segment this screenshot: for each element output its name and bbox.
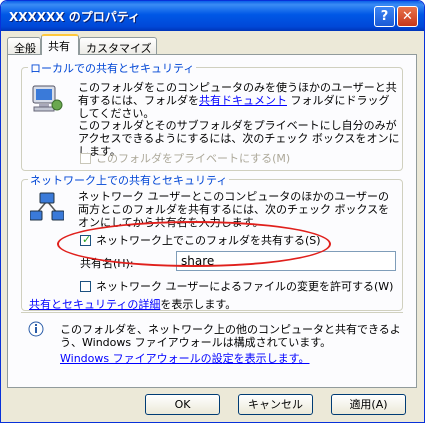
help-button[interactable]: ? (374, 6, 395, 27)
tab-sharing[interactable]: 共有 (41, 34, 79, 55)
cancel-button[interactable]: キャンセル (238, 394, 313, 415)
details-line: 共有とセキュリティの詳細を表示します。 (29, 298, 236, 311)
sharing-security-details-link[interactable]: 共有とセキュリティの詳細 (29, 298, 160, 311)
network-description: ネットワーク ユーザーとこのコンピュータのほかのユーザーの両方とこのフォルダを共… (78, 190, 390, 229)
apply-button[interactable]: 適用(A) (331, 394, 406, 415)
network-share-icon (29, 192, 65, 225)
local-sharing-group: ローカルでの共有とセキュリティ このフォルダをこのコンピュータのみを使うほかのユ… (21, 60, 403, 171)
network-sharing-title: ネットワーク上での共有とセキュリティ (28, 172, 230, 188)
close-button[interactable]: ✕ (397, 6, 418, 27)
firewall-info-text: このフォルダを、ネットワーク上の他のコンピュータと共有できるよう、Windows… (60, 323, 401, 349)
allow-change-label: ネットワーク ユーザーによるファイルの変更を許可する(W) (96, 280, 394, 293)
window-title: XXXXXX のプロパティ (9, 10, 140, 24)
separator (21, 312, 403, 313)
title-bar[interactable]: XXXXXX のプロパティ ? ✕ (1, 1, 424, 31)
local-computer-icon (30, 82, 64, 119)
local-description-1: このフォルダをこのコンピュータのみを使うほかのユーザーと共有するには、フォルダを… (78, 81, 400, 120)
share-folder-label: ネットワーク上でこのフォルダを共有する(S) (96, 234, 321, 247)
share-name-label: 共有名(H): (80, 257, 134, 270)
local-sharing-title: ローカルでの共有とセキュリティ (28, 60, 197, 76)
sharing-panel: ローカルでの共有とセキュリティ このフォルダをこのコンピュータのみを使うほかのユ… (7, 54, 417, 388)
allow-change-checkbox[interactable] (80, 281, 91, 292)
tab-general[interactable]: 全般 (7, 37, 41, 55)
share-name-input[interactable]: share (176, 251, 396, 271)
info-icon (28, 321, 44, 340)
details-suffix: を表示します。 (160, 298, 237, 311)
ok-button[interactable]: OK (145, 394, 220, 415)
checkmark-icon: ✓ (82, 233, 92, 246)
shared-documents-link[interactable]: 共有ドキュメント (199, 94, 287, 107)
properties-window: XXXXXX のプロパティ ? ✕ 全般 共有 カスタマイズ ローカルでの共有と… (0, 0, 425, 423)
tab-customize[interactable]: カスタマイズ (79, 37, 157, 55)
make-private-checkbox[interactable] (80, 153, 91, 164)
make-private-label: このフォルダをプライベートにする(M) (96, 152, 291, 165)
network-sharing-group: ネットワーク上での共有とセキュリティ ネットワーク ユーザーとこのコンピュータの… (21, 172, 403, 311)
firewall-settings-link[interactable]: Windows ファイアウォールの設定を表示します。 (60, 352, 310, 365)
share-folder-checkbox[interactable]: ✓ (80, 233, 92, 246)
